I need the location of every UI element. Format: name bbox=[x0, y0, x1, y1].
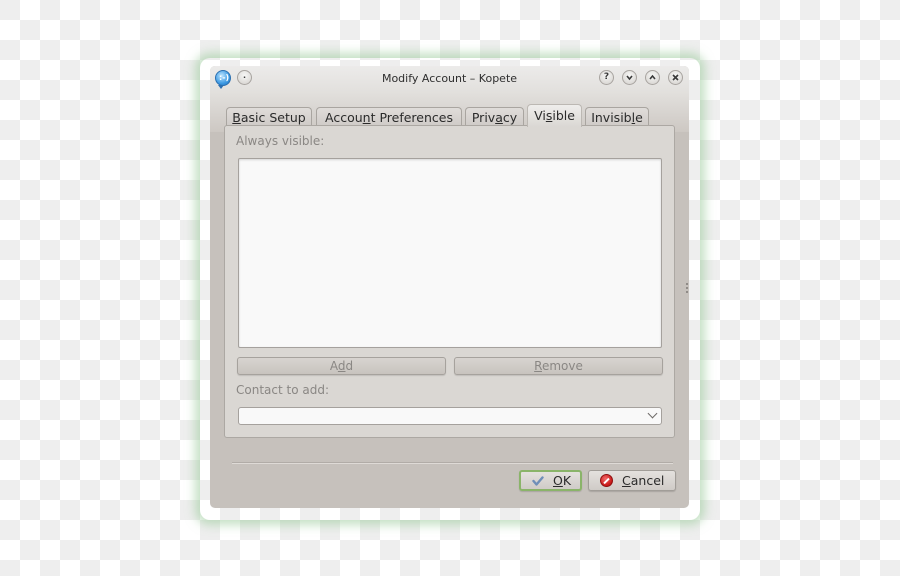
checkmark-icon bbox=[532, 476, 544, 486]
tab-privacy[interactable]: Privacy bbox=[465, 107, 524, 126]
always-visible-label: Always visible: bbox=[236, 134, 325, 148]
cancel-button[interactable]: Cancel bbox=[588, 470, 676, 491]
chevron-down-icon bbox=[626, 75, 633, 81]
visible-tab-panel: Always visible: Add Remove Contact to ad… bbox=[224, 125, 675, 438]
tab-invisible[interactable]: Invisible bbox=[585, 107, 649, 126]
help-button[interactable]: ? bbox=[599, 70, 614, 85]
chevron-down-icon bbox=[647, 408, 658, 419]
maximize-button[interactable] bbox=[645, 70, 660, 85]
tab-visible[interactable]: Visible bbox=[527, 104, 582, 127]
contact-to-add-label: Contact to add: bbox=[236, 383, 329, 397]
contact-to-add-combobox[interactable] bbox=[238, 407, 662, 425]
title-bar[interactable]: :-) · Modify Account – Kopete ? bbox=[210, 66, 689, 92]
add-button[interactable]: Add bbox=[237, 357, 446, 375]
help-icon: ? bbox=[603, 72, 610, 82]
ok-button[interactable]: OK bbox=[519, 470, 582, 491]
always-visible-list[interactable] bbox=[238, 158, 662, 348]
window-title: Modify Account – Kopete bbox=[381, 72, 518, 85]
minimize-button[interactable] bbox=[622, 70, 637, 85]
resize-grip[interactable] bbox=[686, 283, 688, 293]
remove-button[interactable]: Remove bbox=[454, 357, 663, 375]
modify-account-dialog: :-) · Modify Account – Kopete ? Basic Se… bbox=[210, 66, 689, 508]
tab-basic-setup[interactable]: Basic Setup bbox=[226, 107, 312, 126]
chevron-up-icon bbox=[649, 74, 656, 80]
cancel-icon bbox=[600, 474, 613, 487]
close-icon bbox=[672, 74, 679, 81]
tab-account-preferences[interactable]: Account Preferences bbox=[316, 107, 462, 126]
separator bbox=[232, 462, 673, 464]
close-button[interactable] bbox=[668, 70, 683, 85]
